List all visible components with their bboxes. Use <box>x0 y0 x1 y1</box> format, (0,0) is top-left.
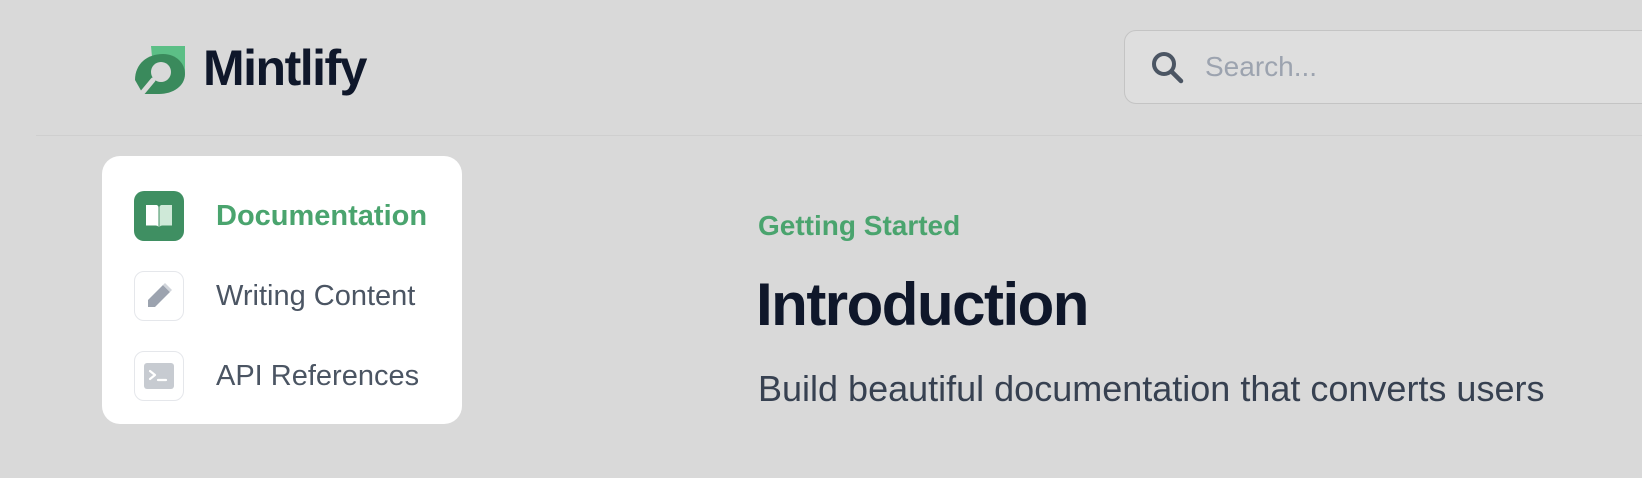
brand-name: Mintlify <box>203 40 367 96</box>
nav-item-label: Documentation <box>216 199 428 232</box>
sidebar-nav-card: Documentation Writing Content API Refere… <box>102 156 462 424</box>
page-subtitle: Build beautiful documentation that conve… <box>758 368 1545 409</box>
section-eyebrow: Getting Started <box>758 210 961 241</box>
nav-item-api-references[interactable]: API References <box>134 351 419 401</box>
page-title: Introduction <box>756 271 1089 338</box>
search-input[interactable] <box>1205 31 1642 102</box>
nav-item-documentation[interactable]: Documentation <box>134 191 427 241</box>
mintlify-leaf-icon <box>135 46 185 95</box>
book-open-icon <box>134 191 184 241</box>
search-box[interactable] <box>1124 30 1642 104</box>
nav-item-label: API References <box>216 359 420 392</box>
top-header: Mintlify <box>0 0 1642 136</box>
brand-logo[interactable]: Mintlify <box>133 40 367 96</box>
nav-item-writing-content[interactable]: Writing Content <box>134 271 415 321</box>
terminal-icon <box>134 351 184 401</box>
nav-item-label: Writing Content <box>216 279 416 312</box>
header-divider <box>36 135 1642 136</box>
pencil-icon <box>134 271 184 321</box>
search-icon <box>1152 52 1184 84</box>
